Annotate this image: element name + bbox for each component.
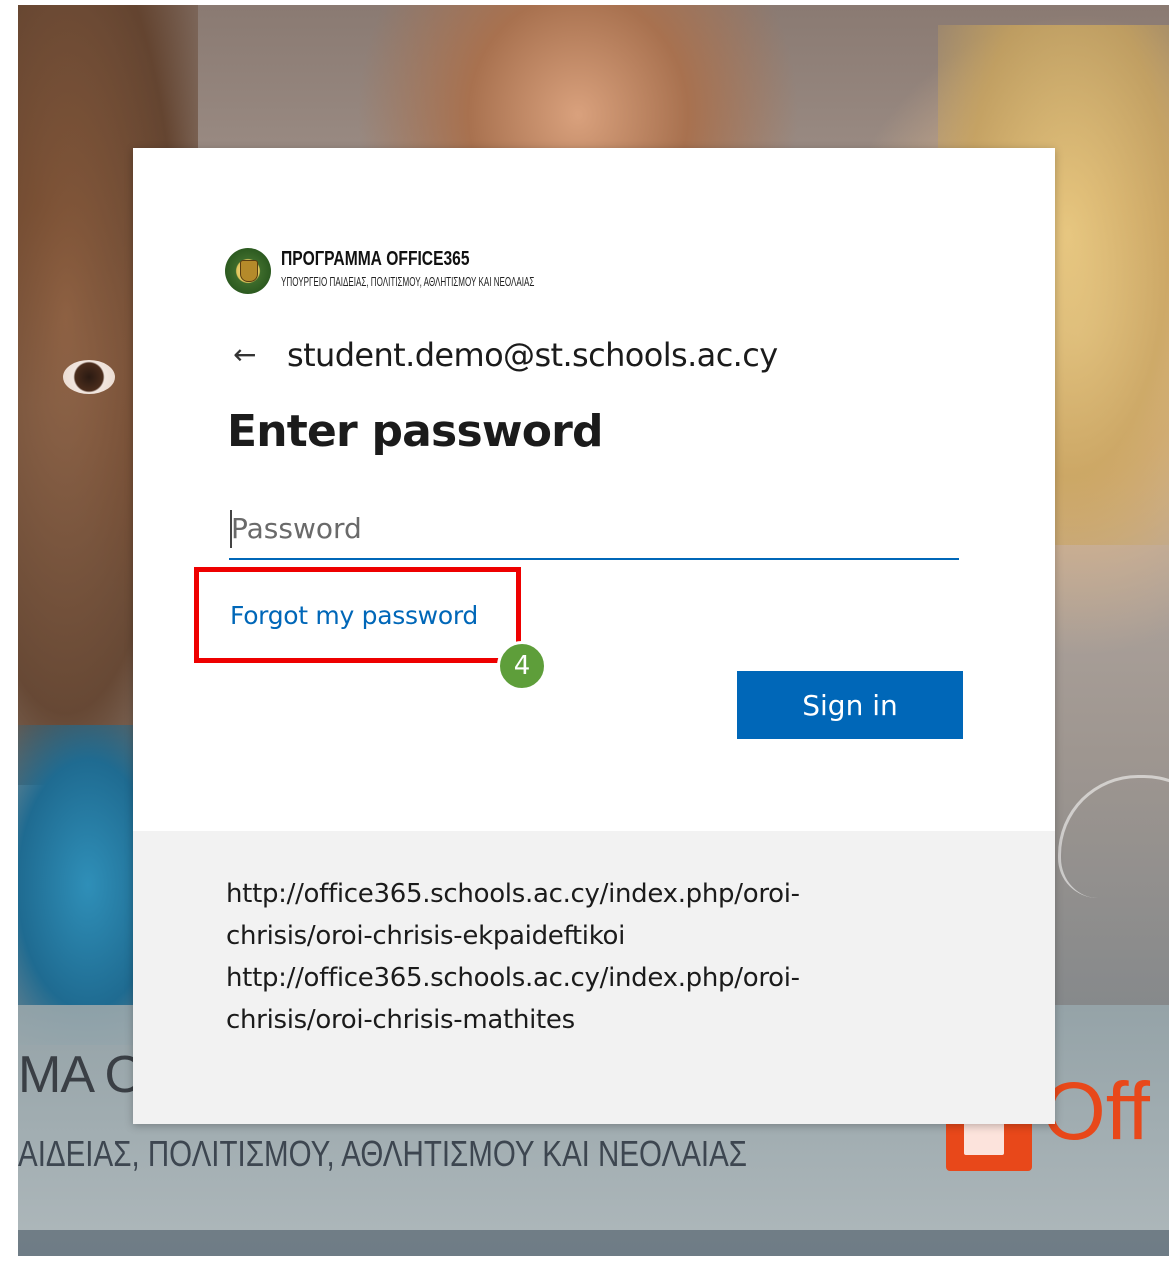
banner-subtitle: ΑΙΔΕΙΑΣ, ΠΟΛΙΤΙΣΜΟΥ, ΑΘΛΗΤΙΣΜΟΥ ΚΑΙ ΝΕΟΛ… bbox=[18, 1133, 748, 1174]
terms-line: chrisis/oroi-chrisis-mathites bbox=[226, 1005, 575, 1035]
text-caret bbox=[230, 510, 232, 548]
logo-title: ΠΡΟΓΡΑΜΜΑ OFFICE365 bbox=[281, 248, 470, 270]
cloud-icon bbox=[1058, 775, 1169, 898]
back-arrow-icon[interactable]: ← bbox=[233, 341, 267, 369]
banner-title: ΜΑ Ο bbox=[18, 1046, 145, 1104]
card-footer: http://office365.schools.ac.cy/index.php… bbox=[133, 831, 1055, 1124]
terms-of-use-text: http://office365.schools.ac.cy/index.php… bbox=[226, 873, 906, 1041]
page-title: Enter password bbox=[227, 406, 604, 457]
organization-logo: ΠΡΟΓΡΑΜΜΑ OFFICE365 ΥΠΟΥΡΓΕΙΟ ΠΑΙΔΕΙΑΣ, … bbox=[225, 248, 705, 296]
terms-line: http://office365.schools.ac.cy/index.php… bbox=[226, 963, 800, 993]
terms-line: http://office365.schools.ac.cy/index.php… bbox=[226, 879, 800, 909]
password-field bbox=[229, 498, 959, 562]
office-brand-text: Off bbox=[1042, 1066, 1150, 1157]
annotation-highlight-box bbox=[194, 567, 521, 663]
step-number-badge: 4 bbox=[497, 641, 547, 691]
sign-in-form: ΠΡΟΓΡΑΜΜΑ OFFICE365 ΥΠΟΥΡΓΕΙΟ ΠΑΙΔΕΙΑΣ, … bbox=[133, 148, 1055, 831]
account-email: student.demo@st.schools.ac.cy bbox=[287, 336, 778, 374]
government-seal-icon bbox=[225, 248, 271, 294]
sign-in-card: ΠΡΟΓΡΑΜΜΑ OFFICE365 ΥΠΟΥΡΓΕΙΟ ΠΑΙΔΕΙΑΣ, … bbox=[133, 148, 1055, 1124]
sign-in-button[interactable]: Sign in bbox=[737, 671, 963, 739]
logo-subtitle: ΥΠΟΥΡΓΕΙΟ ΠΑΙΔΕΙΑΣ, ΠΟΛΙΤΙΣΜΟΥ, ΑΘΛΗΤΙΣΜ… bbox=[281, 274, 535, 289]
password-input[interactable] bbox=[229, 498, 959, 560]
account-identity: ← student.demo@st.schools.ac.cy bbox=[233, 333, 778, 377]
terms-line: chrisis/oroi-chrisis-ekpaideftikoi bbox=[226, 921, 626, 951]
background-figure bbox=[63, 360, 115, 394]
